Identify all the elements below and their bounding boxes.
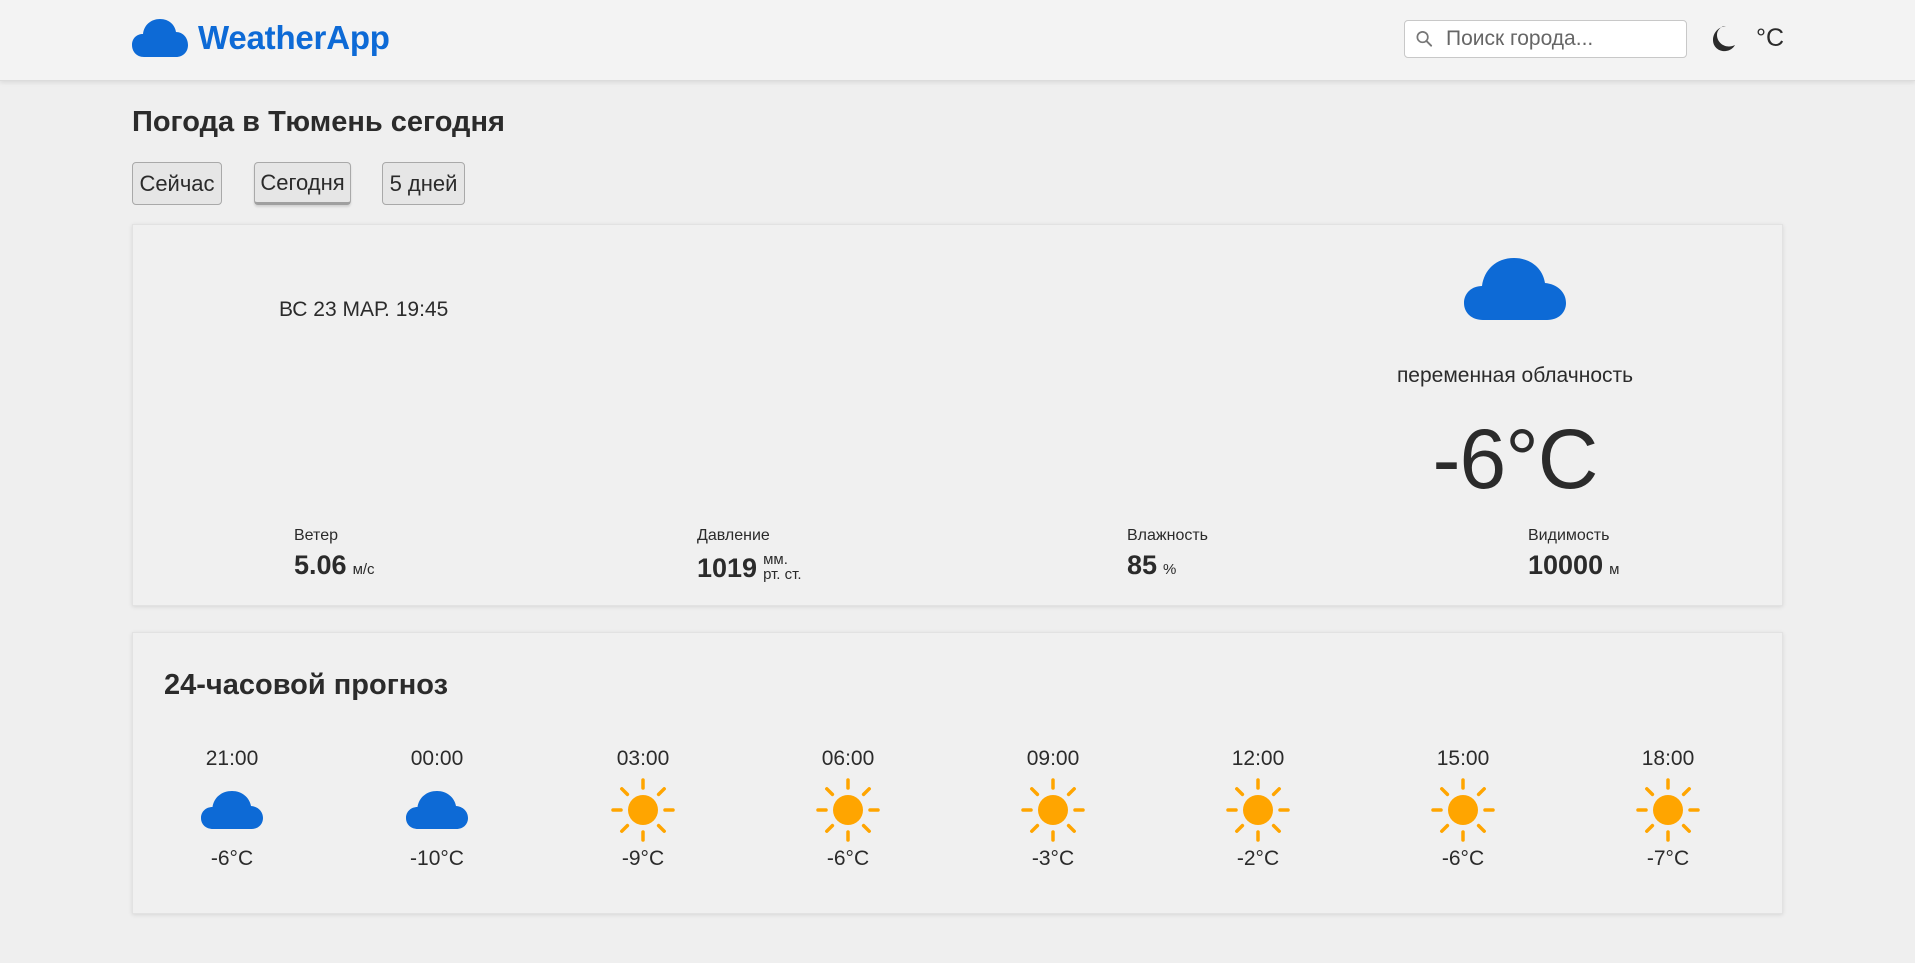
hour-time: 03:00 xyxy=(616,747,670,770)
stat-unit: м xyxy=(1609,561,1620,578)
weather-condition: переменная облачность xyxy=(1396,364,1634,387)
stat-value: 85 xyxy=(1127,550,1158,580)
current-temperature: -6°C xyxy=(1432,412,1599,506)
stat-value: 5.06 xyxy=(294,550,347,580)
cloud-icon xyxy=(406,791,468,829)
stat-visibility: Видимость 10000 м xyxy=(1528,527,1619,579)
hourly-forecast-card: 24-часовой прогноз 21:00 -6°C 00:00 -10°… xyxy=(132,632,1783,914)
search-icon xyxy=(1416,31,1433,47)
hour-item: 03:00 -9°C xyxy=(583,747,703,871)
stat-label: Видимость xyxy=(1528,527,1610,544)
stat-unit: м/с xyxy=(352,561,375,578)
sun-icon xyxy=(1021,778,1085,842)
hour-item: 00:00 -10°C xyxy=(377,747,497,871)
current-weather-card: ВС 23 МАР. 19:45 переменная облачность -… xyxy=(132,224,1783,606)
hour-temp: -7°C xyxy=(1646,847,1690,870)
tab-5-days[interactable]: 5 дней xyxy=(382,162,465,205)
sun-icon xyxy=(1226,778,1290,842)
stat-wind: Ветер 5.06 м/с xyxy=(294,527,375,579)
hourly-list: 21:00 -6°C 00:00 -10°C 03:00 -9°C 06:00 … xyxy=(163,747,1753,897)
current-datetime: ВС 23 МАР. 19:45 xyxy=(279,298,449,321)
hour-item: 15:00 -6°C xyxy=(1403,747,1523,871)
stat-value: 10000 xyxy=(1528,550,1604,580)
hour-item: 09:00 -3°C xyxy=(993,747,1113,871)
cloud-icon xyxy=(132,19,188,57)
hour-temp: -2°C xyxy=(1236,847,1280,870)
hour-item: 12:00 -2°C xyxy=(1198,747,1318,871)
cloud-icon xyxy=(1464,258,1566,320)
page-title: Погода в Тюмень сегодня xyxy=(132,106,505,138)
sun-icon xyxy=(1636,778,1700,842)
stat-label: Давление xyxy=(697,527,770,544)
sun-icon xyxy=(816,778,880,842)
hour-time: 00:00 xyxy=(410,747,464,770)
hour-time: 12:00 xyxy=(1231,747,1285,770)
sun-icon xyxy=(1431,778,1495,842)
hour-time: 06:00 xyxy=(821,747,875,770)
unit-toggle[interactable]: °C xyxy=(1756,24,1784,53)
hour-time: 18:00 xyxy=(1641,747,1695,770)
hour-item: 18:00 -7°C xyxy=(1608,747,1728,871)
sun-icon xyxy=(611,778,675,842)
hour-temp: -10°C xyxy=(410,847,464,870)
hour-temp: -9°C xyxy=(621,847,665,870)
logo[interactable]: WeatherApp xyxy=(132,17,390,59)
hour-item: 06:00 -6°C xyxy=(788,747,908,871)
search-input[interactable] xyxy=(1446,27,1686,51)
search-box[interactable] xyxy=(1404,20,1687,58)
hour-temp: -6°C xyxy=(1441,847,1485,870)
stat-unit-line: рт. ст. xyxy=(763,566,802,583)
tab-now[interactable]: Сейчас xyxy=(132,162,222,205)
stat-label: Ветер xyxy=(294,527,338,544)
tab-today[interactable]: Сегодня xyxy=(254,162,351,205)
hour-temp: -6°C xyxy=(210,847,254,870)
stat-value: 1019 xyxy=(697,553,758,583)
hour-temp: -3°C xyxy=(1031,847,1075,870)
hour-time: 21:00 xyxy=(205,747,259,770)
app-header: WeatherApp °C xyxy=(0,0,1915,81)
stat-label: Влажность xyxy=(1127,527,1209,544)
cloud-icon xyxy=(201,791,263,829)
moon-icon[interactable] xyxy=(1708,23,1738,53)
stat-pressure: Давление 1019 мм. рт. ст. xyxy=(697,527,802,582)
stat-humidity: Влажность 85 % xyxy=(1127,527,1208,579)
stat-unit: мм. рт. ст. xyxy=(763,552,801,582)
hour-item: 21:00 -6°C xyxy=(172,747,292,871)
app-name: WeatherApp xyxy=(198,19,390,56)
hour-temp: -6°C xyxy=(826,847,870,870)
hour-time: 15:00 xyxy=(1436,747,1490,770)
hour-time: 09:00 xyxy=(1026,747,1080,770)
forecast-title: 24-часовой прогноз xyxy=(164,669,449,701)
stat-unit: % xyxy=(1163,561,1177,578)
